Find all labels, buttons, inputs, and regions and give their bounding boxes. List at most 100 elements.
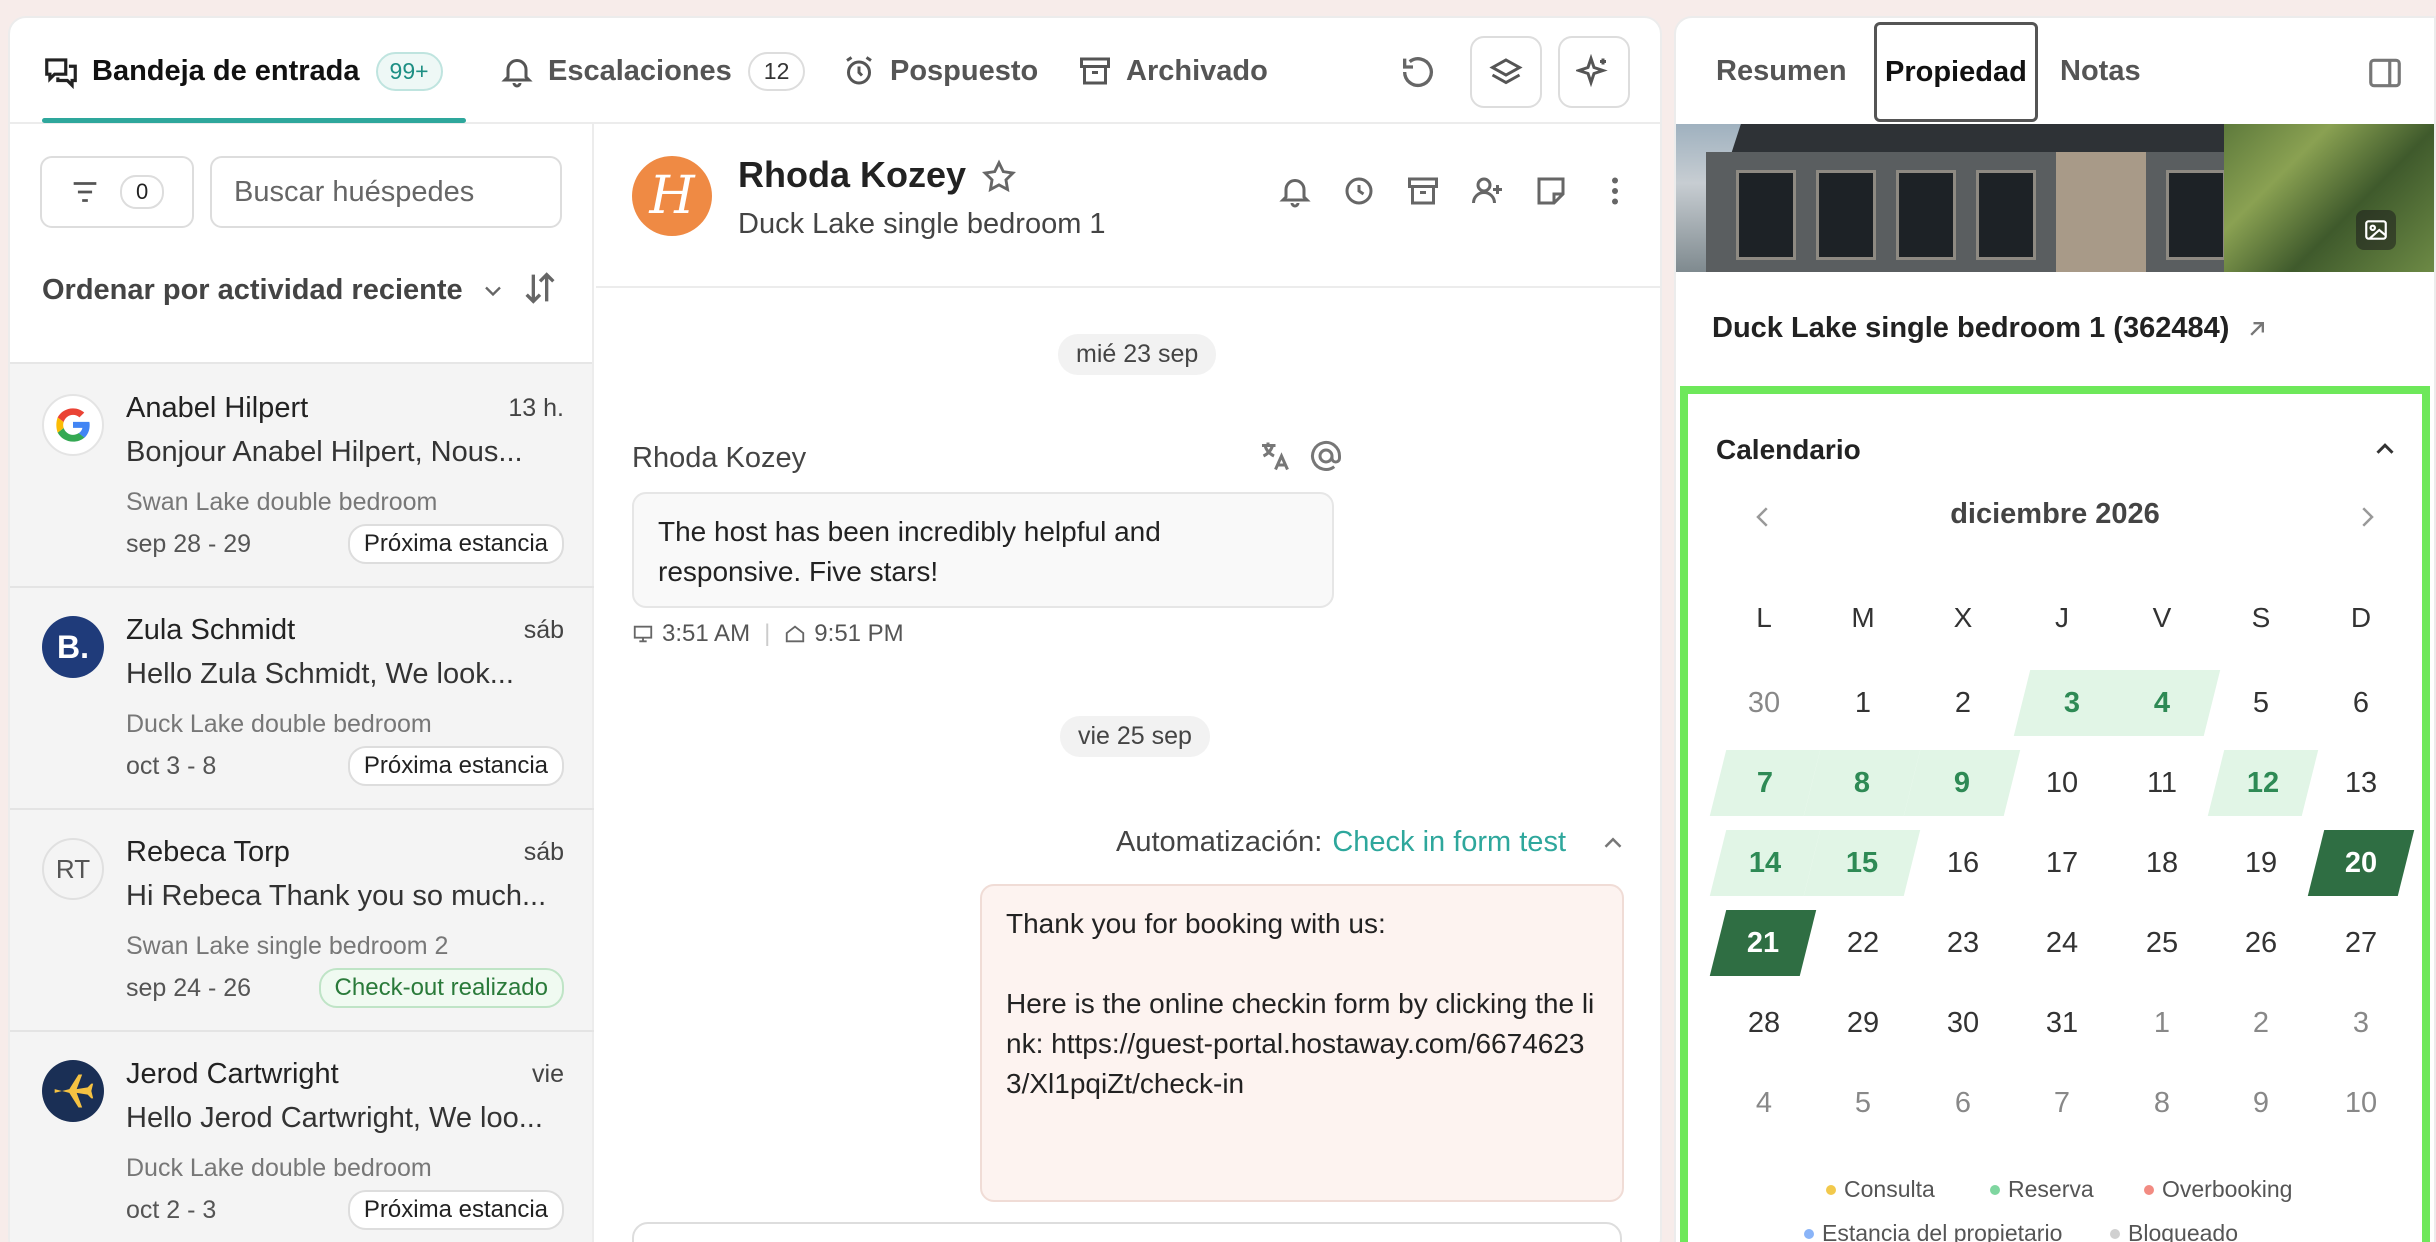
tab-archived[interactable]: Archivado — [1076, 18, 1268, 124]
calendar-day[interactable]: 7 — [2022, 1070, 2102, 1136]
calendar-day[interactable]: 2 — [1923, 670, 2003, 736]
property-link[interactable]: Duck Lake single bedroom 1 (362484) — [1712, 312, 2271, 345]
filter-button[interactable]: 0 — [40, 156, 194, 228]
tab-inbox[interactable]: Bandeja de entrada 99+ — [42, 18, 443, 124]
expedia-logo-icon — [42, 1060, 104, 1122]
tab-escalations[interactable]: Escalaciones 12 — [498, 18, 806, 124]
calendar-day[interactable]: 24 — [2022, 910, 2102, 976]
message-preview: Hi Rebeca Thank you so much... — [126, 880, 547, 912]
calendar-day[interactable]: 31 — [2022, 990, 2102, 1056]
filter-count: 0 — [120, 175, 165, 209]
sort-direction-icon[interactable] — [520, 268, 560, 313]
guest-name: Jerod Cartwright — [126, 1058, 339, 1090]
note-icon[interactable] — [1532, 172, 1570, 210]
guest-search-input[interactable] — [210, 156, 562, 228]
calendar-day-booked[interactable]: 9 — [1903, 750, 2021, 816]
calendar-day[interactable]: 2 — [2221, 990, 2301, 1056]
tab-summary[interactable]: Resumen — [1716, 18, 1847, 124]
guest-name-title: Rhoda Kozey — [738, 154, 967, 195]
list-item[interactable]: B. Zula Schmidt sáb Hello Zula Schmidt, … — [10, 588, 594, 810]
calendar-day[interactable]: 5 — [2221, 670, 2301, 736]
sidebar-toggle-icon[interactable] — [2366, 54, 2404, 97]
calendar-day[interactable]: 18 — [2122, 830, 2202, 896]
guest-name: Anabel Hilpert — [126, 392, 309, 424]
calendar-day[interactable]: 5 — [1823, 1070, 1903, 1136]
ai-sparkle-button[interactable] — [1558, 36, 1630, 108]
message-composer[interactable] — [632, 1222, 1622, 1242]
calendar-day[interactable]: 6 — [2321, 670, 2401, 736]
photo-window — [1896, 170, 1956, 260]
calendar-day[interactable]: 23 — [1923, 910, 2003, 976]
mention-icon[interactable] — [1308, 438, 1344, 479]
calendar-day[interactable]: 22 — [1823, 910, 1903, 976]
archive-box-icon[interactable] — [1404, 172, 1442, 210]
stay-dates: oct 3 - 8 — [126, 752, 217, 780]
calendar-day[interactable]: 10 — [2022, 750, 2102, 816]
automation-link[interactable]: Check in form test — [1332, 826, 1566, 859]
calendar-day-booked[interactable]: 4 — [2103, 670, 2221, 736]
listing-name: Duck Lake single bedroom 1 — [738, 208, 1106, 240]
calendar-day[interactable]: 1 — [2122, 990, 2202, 1056]
calendar-day[interactable]: 27 — [2321, 910, 2401, 976]
property-name: Duck Lake double bedroom — [126, 1154, 432, 1182]
tab-property[interactable]: Propiedad — [1874, 22, 2038, 122]
calendar-day[interactable]: 16 — [1923, 830, 2003, 896]
refresh-icon[interactable] — [1398, 52, 1438, 97]
message-tools — [1256, 438, 1344, 479]
calendar-day[interactable]: 29 — [1823, 990, 1903, 1056]
calendar-day-selected[interactable]: 21 — [1709, 910, 1817, 976]
calendar-day[interactable]: 4 — [1724, 1070, 1804, 1136]
calendar-day[interactable]: 28 — [1724, 990, 1804, 1056]
calendar-day[interactable]: 11 — [2122, 750, 2202, 816]
calendar-day[interactable]: 6 — [1923, 1070, 2003, 1136]
bell-icon[interactable] — [1276, 172, 1314, 210]
list-item[interactable]: Jerod Cartwright vie Hello Jerod Cartwri… — [10, 1032, 594, 1242]
guest-name: Rebeca Torp — [126, 836, 290, 868]
photo-window — [1736, 170, 1796, 260]
calendar-day-booked[interactable]: 15 — [1803, 830, 1921, 896]
calendar-day[interactable]: 3 — [2321, 990, 2401, 1056]
sort-dropdown[interactable]: Ordenar por actividad reciente — [42, 274, 507, 307]
time-local: 9:51 PM — [814, 620, 904, 647]
list-item[interactable]: RT Rebeca Torp sáb Hi Rebeca Thank you s… — [10, 810, 594, 1032]
status-badge: Próxima estancia — [347, 524, 564, 564]
calendar-day[interactable]: 25 — [2122, 910, 2202, 976]
calendar-day[interactable]: 19 — [2221, 830, 2301, 896]
snooze-clock-icon[interactable] — [1340, 172, 1378, 210]
chevron-up-icon[interactable] — [2370, 434, 2400, 469]
calendar-day[interactable]: 10 — [2321, 1070, 2401, 1136]
calendar-day[interactable]: 9 — [2221, 1070, 2301, 1136]
calendar-day-booked[interactable]: 7 — [1709, 750, 1821, 816]
calendar-day[interactable]: 1 — [1823, 670, 1903, 736]
calendar-day-booked[interactable]: 14 — [1709, 830, 1821, 896]
calendar-day[interactable]: 26 — [2221, 910, 2301, 976]
tab-snoozed[interactable]: Pospuesto — [840, 18, 1038, 124]
legend-dot — [1804, 1228, 1814, 1239]
calendar-day[interactable]: 13 — [2321, 750, 2401, 816]
legend-item: Bloqueado — [2110, 1220, 2238, 1242]
chevron-right-icon[interactable] — [2352, 502, 2382, 537]
property-name: Swan Lake single bedroom 2 — [126, 932, 449, 960]
layers-button[interactable] — [1470, 36, 1542, 108]
calendar-day[interactable]: 17 — [2022, 830, 2102, 896]
more-vertical-icon[interactable] — [1596, 172, 1634, 210]
conversation-view: H Rhoda Kozey Duck Lake single bedroom 1… — [596, 124, 1660, 1242]
calendar-day-booked[interactable]: 8 — [1803, 750, 1921, 816]
translate-icon[interactable] — [1256, 438, 1292, 479]
calendar-day[interactable]: 8 — [2122, 1070, 2202, 1136]
weekday-label: J — [2055, 602, 2069, 633]
calendar-section: Calendario diciembre 2026 L M X J V S D … — [1680, 386, 2430, 1242]
image-gallery-icon[interactable] — [2356, 210, 2396, 250]
app-root: Bandeja de entrada 99+ Escalaciones 12 P… — [0, 0, 2436, 1242]
star-icon[interactable] — [980, 158, 1018, 201]
guest-avatar: H — [632, 156, 712, 236]
list-item[interactable]: Anabel Hilpert 13 h. Bonjour Anabel Hilp… — [10, 366, 594, 588]
calendar-day[interactable]: 30 — [1724, 670, 1804, 736]
assign-user-icon[interactable] — [1468, 172, 1506, 210]
tab-notes[interactable]: Notas — [2060, 18, 2141, 124]
automation-header[interactable]: Automatización: Check in form test — [1116, 826, 1628, 859]
details-panel: Resumen Propiedad Notas Duck Lake single… — [1674, 16, 2436, 1242]
calendar-day[interactable]: 30 — [1923, 990, 2003, 1056]
calendar-day-selected[interactable]: 20 — [2307, 830, 2415, 896]
calendar-day-booked[interactable]: 12 — [2207, 750, 2319, 816]
